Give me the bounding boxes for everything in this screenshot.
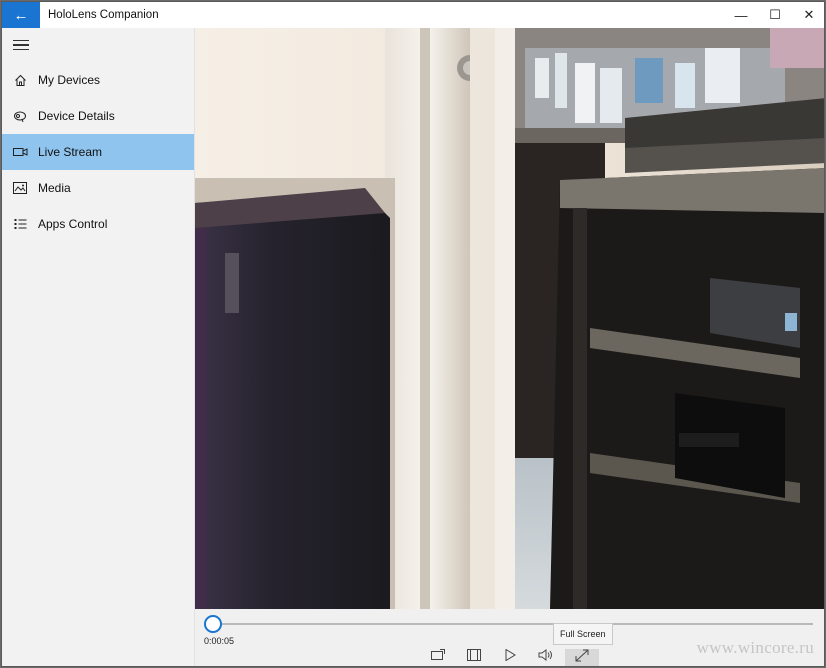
aspect-ratio-button[interactable] xyxy=(459,649,489,666)
cast-icon xyxy=(431,649,445,664)
sidebar-item-label: My Devices xyxy=(38,73,101,87)
sidebar-item-label: Live Stream xyxy=(38,145,103,159)
video-frame xyxy=(195,28,824,609)
minimize-button[interactable]: — xyxy=(724,2,758,28)
fullscreen-tooltip: Full Screen xyxy=(553,623,613,645)
live-stream-video[interactable] xyxy=(195,28,824,609)
play-icon xyxy=(505,648,516,664)
arrow-left-icon: ← xyxy=(13,6,29,24)
title-bar: ← HoloLens Companion — ☐ ✕ xyxy=(2,2,824,28)
photo-icon xyxy=(2,182,38,194)
sidebar-item-device-details[interactable]: Device Details xyxy=(2,98,194,134)
device-icon xyxy=(2,110,38,123)
aspect-ratio-icon xyxy=(467,649,481,664)
watermark: www.wincore.ru xyxy=(696,638,814,657)
app-window: ← HoloLens Companion — ☐ ✕ My Devices De… xyxy=(1,1,825,667)
seek-track[interactable] xyxy=(213,623,813,625)
menu-button[interactable] xyxy=(2,28,194,62)
play-button[interactable] xyxy=(495,648,525,666)
close-button[interactable]: ✕ xyxy=(792,2,824,28)
sidebar: My Devices Device Details Live Stream Me… xyxy=(2,28,195,666)
hamburger-icon xyxy=(13,39,29,51)
sidebar-item-label: Device Details xyxy=(38,109,115,123)
sidebar-item-media[interactable]: Media xyxy=(2,170,194,206)
back-button[interactable]: ← xyxy=(2,2,40,28)
elapsed-time: 0:00:05 xyxy=(204,636,235,646)
cast-button[interactable] xyxy=(423,649,453,666)
volume-button[interactable] xyxy=(531,649,561,666)
maximize-button[interactable]: ☐ xyxy=(758,2,792,28)
sidebar-item-label: Media xyxy=(38,181,71,195)
home-icon xyxy=(2,74,38,87)
sidebar-item-apps-control[interactable]: Apps Control xyxy=(2,206,194,242)
volume-icon xyxy=(538,649,554,664)
fullscreen-button[interactable] xyxy=(565,649,599,666)
fullscreen-icon xyxy=(574,649,590,666)
sidebar-item-label: Apps Control xyxy=(38,217,108,231)
seek-thumb[interactable] xyxy=(204,615,222,633)
list-icon xyxy=(2,218,38,230)
window-controls: — ☐ ✕ xyxy=(724,2,824,28)
sidebar-item-live-stream[interactable]: Live Stream xyxy=(2,134,194,170)
app-title: HoloLens Companion xyxy=(48,9,159,21)
camera-icon xyxy=(2,147,38,157)
sidebar-item-my-devices[interactable]: My Devices xyxy=(2,62,194,98)
